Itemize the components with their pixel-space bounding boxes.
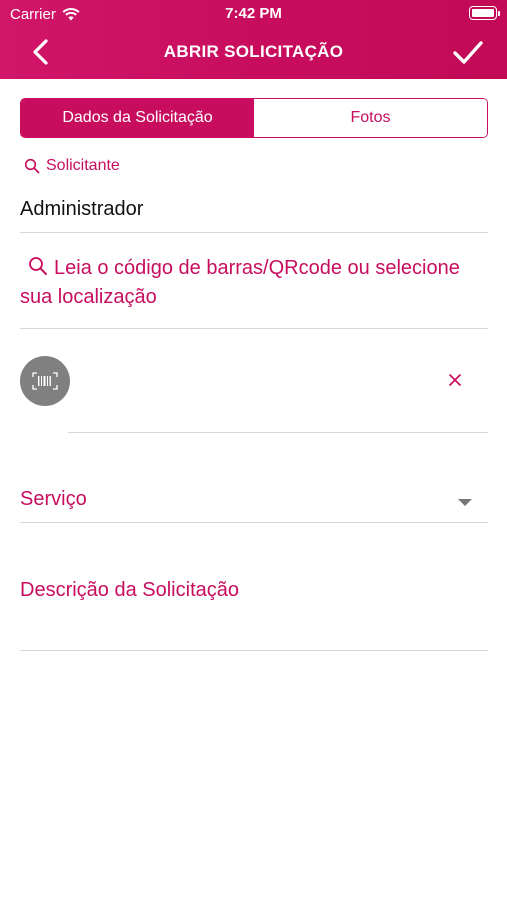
divider bbox=[20, 328, 488, 329]
confirm-button[interactable] bbox=[451, 36, 485, 68]
divider bbox=[20, 232, 488, 233]
requester-label-row: Solicitante bbox=[24, 157, 120, 175]
barcode-scan-button[interactable] bbox=[20, 356, 70, 406]
search-icon bbox=[24, 158, 40, 174]
tab-fotos[interactable]: Fotos bbox=[254, 99, 487, 137]
divider bbox=[20, 522, 488, 523]
location-search-field[interactable]: Leia o código de barras/QRcode ou seleci… bbox=[20, 254, 480, 312]
divider bbox=[20, 650, 488, 651]
service-select[interactable]: Serviço bbox=[20, 488, 87, 511]
chevron-down-icon[interactable] bbox=[458, 499, 472, 506]
requester-label: Solicitante bbox=[46, 157, 120, 174]
battery-icon bbox=[469, 6, 500, 20]
top-bar: Carrier 7:42 PM ABRIR SOLICITAÇÃO bbox=[0, 0, 507, 79]
close-icon bbox=[449, 374, 461, 386]
description-field[interactable]: Descrição da Solicitação bbox=[20, 579, 239, 602]
barcode-scan-icon bbox=[32, 372, 58, 390]
checkmark-icon bbox=[453, 41, 483, 64]
segmented-control: Dados da Solicitação Fotos bbox=[20, 98, 488, 138]
tab-dados-da-solicitacao[interactable]: Dados da Solicitação bbox=[21, 99, 254, 137]
location-prompt: Leia o código de barras/QRcode ou seleci… bbox=[20, 257, 460, 308]
divider bbox=[68, 432, 488, 433]
clear-location-button[interactable] bbox=[444, 369, 466, 391]
page-title: ABRIR SOLICITAÇÃO bbox=[163, 42, 344, 61]
search-icon bbox=[29, 257, 47, 275]
status-time: 7:42 PM bbox=[225, 5, 282, 22]
requester-value[interactable]: Administrador bbox=[20, 198, 143, 221]
